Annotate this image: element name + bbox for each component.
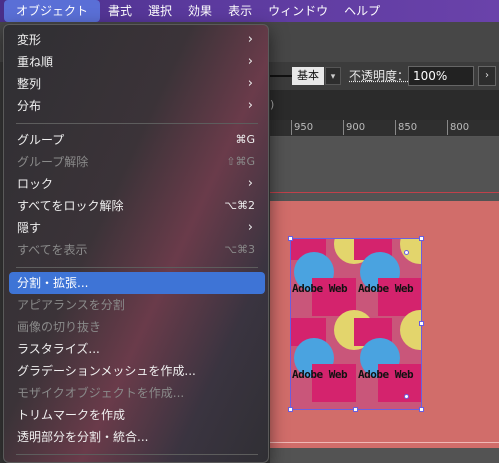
menu-separator xyxy=(16,267,258,268)
menu-separator xyxy=(16,123,258,124)
resize-handle[interactable] xyxy=(288,236,293,241)
menu-item-create-trim-marks[interactable]: トリムマークを作成 xyxy=(9,404,265,426)
document-tab-bar xyxy=(270,90,499,120)
menu-item-label: ロック xyxy=(17,177,54,191)
opacity-label[interactable]: 不透明度： xyxy=(349,67,409,85)
menu-help[interactable]: ヘルプ xyxy=(336,0,388,22)
resize-handle[interactable] xyxy=(353,407,358,412)
menu-separator xyxy=(16,454,258,455)
menu-item-crop-image: 画像の切り抜き xyxy=(9,316,265,338)
menu-item-shortcut: ⌥⌘2 xyxy=(224,199,255,212)
selection-bounding-box[interactable] xyxy=(290,238,422,410)
menu-item-label: ラスタライズ... xyxy=(17,342,100,356)
menu-item-label: モザイクオブジェクトを作成... xyxy=(17,386,185,400)
object-menu-dropdown: 変形 › 重ね順 › 整列 › 分布 › グループ ⌘G グループ解除 ⇧⌘G … xyxy=(3,24,269,463)
chevron-right-icon: › xyxy=(247,220,253,235)
menu-item-unlock-all[interactable]: すべてをロック解除 ⌥⌘2 xyxy=(9,195,265,217)
menu-item-shortcut: ⇧⌘G xyxy=(226,155,255,168)
menu-item-transform[interactable]: 変形 › xyxy=(9,29,265,51)
menu-item-lock[interactable]: ロック › xyxy=(9,173,265,195)
chevron-right-icon: › xyxy=(247,54,253,69)
menu-item-label: 分布 xyxy=(17,99,42,113)
menu-item-expand[interactable]: 分割・拡張... xyxy=(9,272,265,294)
stroke-line-sample[interactable] xyxy=(270,69,292,83)
menu-item-label: 隠す xyxy=(17,221,42,235)
menu-item-shortcut: ⌥⌘3 xyxy=(224,243,255,256)
menu-item-flatten-transparency[interactable]: 透明部分を分割・統合... xyxy=(9,426,265,448)
menu-item-label: 分割・拡張... xyxy=(17,276,89,290)
menu-window[interactable]: ウィンドウ xyxy=(260,0,336,22)
resize-handle[interactable] xyxy=(419,407,424,412)
menu-item-group[interactable]: グループ ⌘G xyxy=(9,129,265,151)
chevron-down-icon[interactable]: ▾ xyxy=(325,67,341,85)
menu-item-rasterize[interactable]: ラスタライズ... xyxy=(9,338,265,360)
menu-item-label: 重ね順 xyxy=(17,55,54,69)
guide-line xyxy=(270,192,499,193)
chevron-right-icon[interactable]: › xyxy=(478,66,496,86)
menu-item-expand-appearance: アピアランスを分割 xyxy=(9,294,265,316)
menu-item-distribute[interactable]: 分布 › xyxy=(9,95,265,117)
menu-bar: オブジェクト 書式 選択 効果 表示 ウィンドウ ヘルプ xyxy=(0,0,499,22)
menu-item-label: すべてを表示 xyxy=(17,243,88,257)
chevron-right-icon: › xyxy=(247,176,253,191)
menu-item-label: 変形 xyxy=(17,33,42,47)
stroke-style-field[interactable]: 基本 xyxy=(292,67,324,85)
menu-item-label: グループ解除 xyxy=(17,155,89,169)
menu-item-ungroup: グループ解除 ⇧⌘G xyxy=(9,151,265,173)
ruler-tick-label: 800 xyxy=(446,120,470,135)
menu-item-label: グラデーションメッシュを作成... xyxy=(17,364,196,378)
menu-item-arrange[interactable]: 重ね順 › xyxy=(9,51,265,73)
menu-item-label: トリムマークを作成 xyxy=(17,408,126,422)
resize-handle[interactable] xyxy=(419,321,424,326)
menu-item-label: 整列 xyxy=(17,77,42,91)
document-tab-label[interactable]: ) xyxy=(270,98,274,111)
chevron-right-icon: › xyxy=(247,32,253,47)
chevron-right-icon: › xyxy=(247,98,253,113)
ruler-tick-label: 850 xyxy=(394,120,418,135)
menu-item-label: アピアランスを分割 xyxy=(17,298,125,312)
horizontal-ruler: 950 900 850 800 xyxy=(270,120,499,137)
menu-item-align[interactable]: 整列 › xyxy=(9,73,265,95)
menu-item-show-all: すべてを表示 ⌥⌘3 xyxy=(9,239,265,261)
menu-item-shortcut: ⌘G xyxy=(235,133,255,146)
ruler-tick-label: 900 xyxy=(342,120,366,135)
guide-line xyxy=(270,442,499,443)
ruler-tick-label: 950 xyxy=(290,120,314,135)
menu-item-create-object-mosaic: モザイクオブジェクトを作成... xyxy=(9,382,265,404)
menu-item-label: 画像の切り抜き xyxy=(17,320,102,334)
chevron-right-icon: › xyxy=(247,76,253,91)
menu-item-label: 透明部分を分割・統合... xyxy=(17,430,149,444)
menu-type[interactable]: 書式 xyxy=(100,0,140,22)
corner-widget[interactable] xyxy=(404,394,409,399)
menu-view[interactable]: 表示 xyxy=(220,0,260,22)
resize-handle[interactable] xyxy=(419,236,424,241)
menu-item-label: すべてをロック解除 xyxy=(17,199,124,213)
menu-select[interactable]: 選択 xyxy=(140,0,180,22)
corner-widget[interactable] xyxy=(404,250,409,255)
menu-object[interactable]: オブジェクト xyxy=(4,0,101,22)
menu-item-create-gradient-mesh[interactable]: グラデーションメッシュを作成... xyxy=(9,360,265,382)
menu-effect[interactable]: 効果 xyxy=(180,0,220,22)
opacity-input[interactable]: 100% xyxy=(408,66,474,86)
resize-handle[interactable] xyxy=(288,407,293,412)
menu-item-label: グループ xyxy=(17,133,65,147)
menu-item-hide[interactable]: 隠す › xyxy=(9,217,265,239)
